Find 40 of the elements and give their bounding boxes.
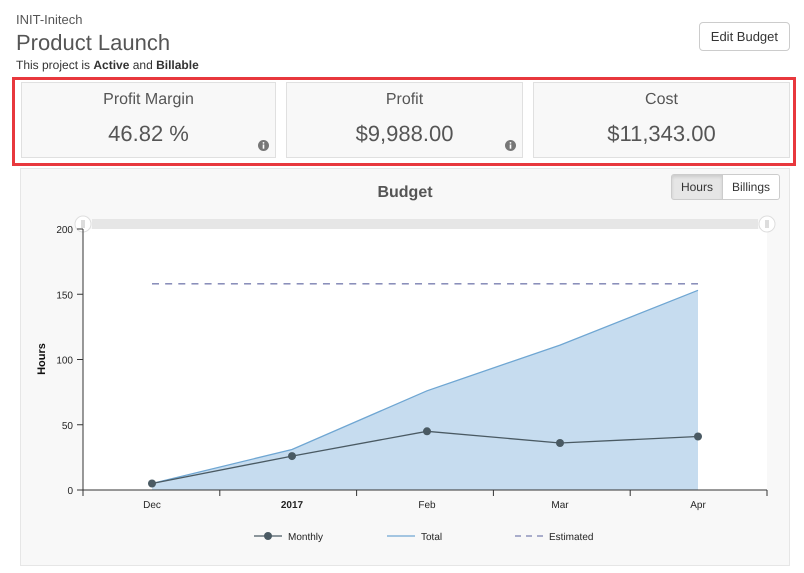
data-point <box>148 480 156 488</box>
legend-line-icon <box>387 535 415 537</box>
data-point <box>694 432 702 440</box>
stat-label: Profit Margin <box>102 91 195 109</box>
legend-label: Estimated <box>549 532 594 543</box>
project-status-text: This project is Active and Billable <box>16 58 199 72</box>
legend-marker-icon <box>254 532 282 540</box>
legend-label: Total <box>421 532 442 543</box>
legend-line-icon <box>515 535 543 537</box>
stat-value: $9,988.00 <box>356 121 454 147</box>
range-slider[interactable] <box>92 219 758 229</box>
project-title: Product Launch <box>16 30 172 56</box>
legend-label: Monthly <box>288 532 324 543</box>
data-point <box>288 452 296 460</box>
toggle-button[interactable]: Hours <box>670 174 723 200</box>
y-tick-label: 200 <box>56 225 73 236</box>
info-icon[interactable] <box>258 140 269 151</box>
x-tick-label: 2017 <box>280 500 304 511</box>
y-axis-label: Hours <box>36 343 48 375</box>
toggle-button[interactable]: Billings <box>722 174 780 200</box>
client-name: INIT-Initech <box>16 12 84 27</box>
x-tick-label: Apr <box>690 500 706 511</box>
chart-title: Budget <box>377 184 433 203</box>
y-tick-label: 0 <box>67 486 73 497</box>
y-tick-label: 50 <box>62 420 73 432</box>
stat-value: 46.82 % <box>108 121 189 147</box>
y-tick-label: 150 <box>56 290 73 302</box>
info-icon[interactable] <box>505 140 516 151</box>
x-tick-label: Mar <box>551 500 569 511</box>
stat-label: Profit <box>384 91 424 109</box>
x-tick-label: Feb <box>418 500 436 511</box>
stat-value: $11,343.00 <box>607 121 716 147</box>
stat-label: Cost <box>644 91 679 109</box>
x-tick-label: Dec <box>143 500 161 511</box>
data-point <box>556 439 564 447</box>
slider-handle[interactable] <box>74 216 92 232</box>
data-point <box>423 427 431 436</box>
edit-budget-button[interactable]: Edit Budget <box>698 22 790 51</box>
slider-handle[interactable] <box>758 216 776 232</box>
y-tick-label: 100 <box>56 356 73 366</box>
